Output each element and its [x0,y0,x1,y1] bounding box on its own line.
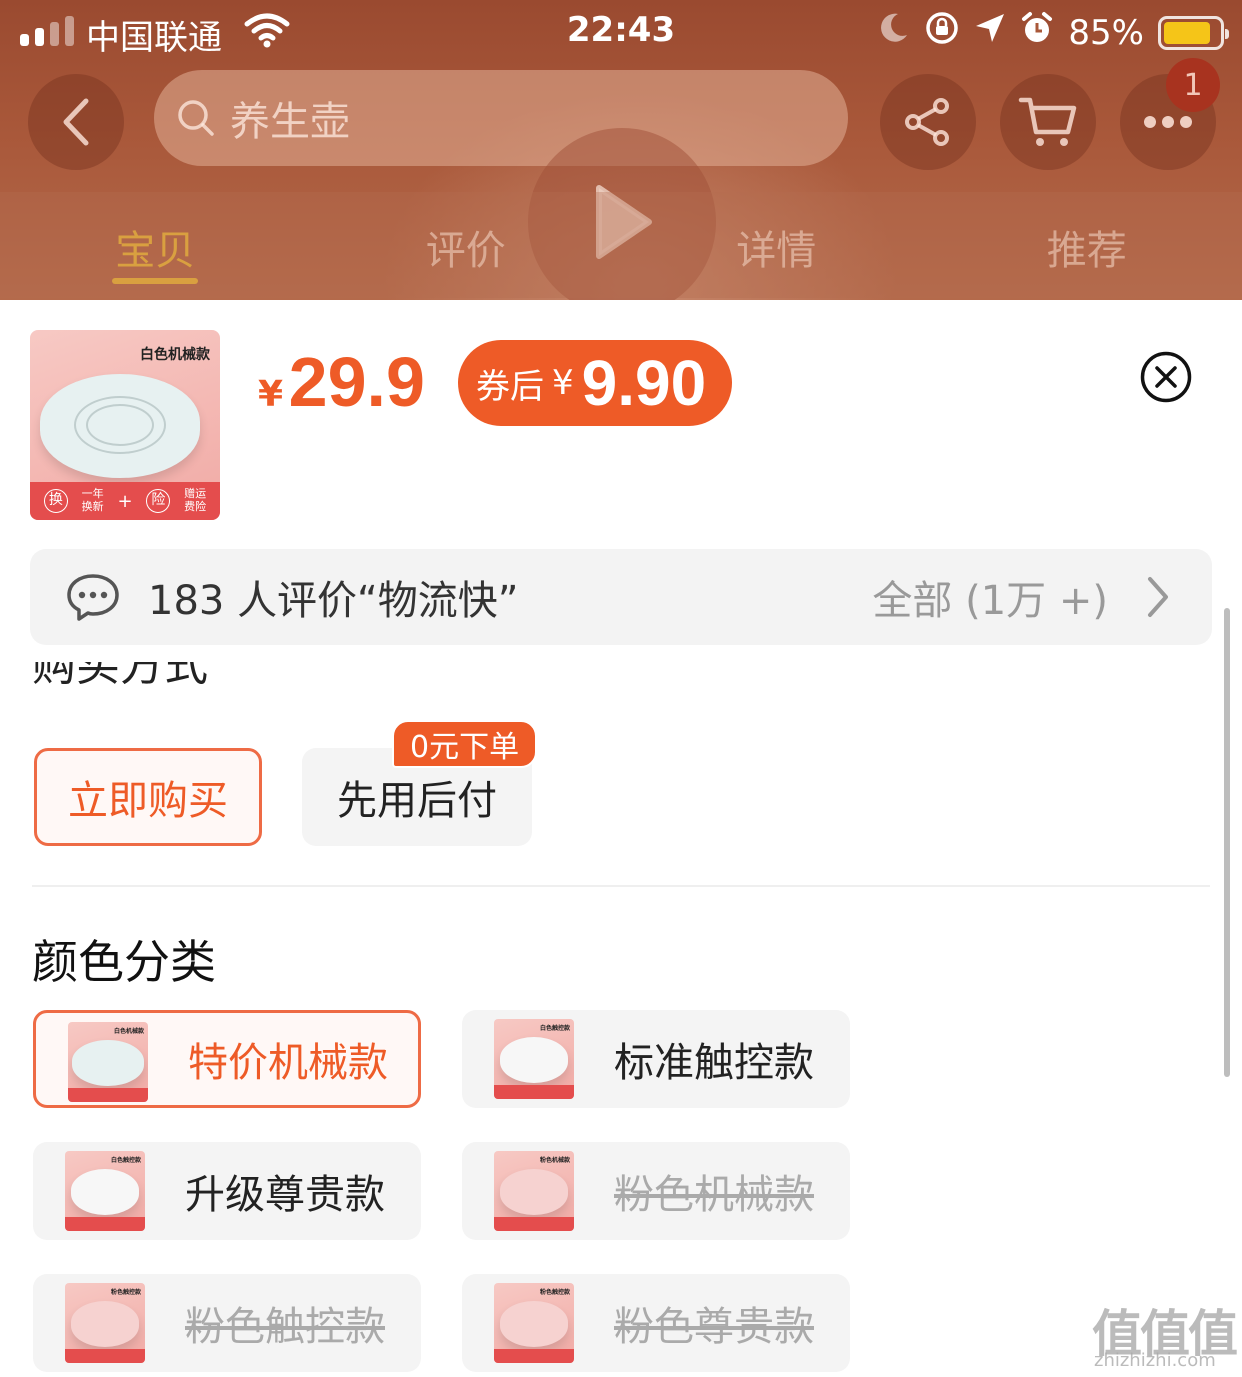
battery-icon [1158,15,1229,50]
section-divider [32,885,1210,887]
moon-icon [876,11,910,54]
search-icon [178,100,214,136]
tab-product[interactable]: 宝贝 [0,192,311,298]
option-label: 特价机械款 [188,1040,388,1086]
product-hero-overlay: 中国联通 22:43 85% 养生壶 1 宝贝 评价 详情 推荐 [0,0,1242,300]
strip-text: 换新 [81,500,104,513]
strip-text: 赠运 [184,487,207,501]
tab-recommend[interactable]: 推荐 [932,192,1242,298]
color-option-special-mechanical[interactable]: 白色机械款 特价机械款 [33,1010,421,1108]
tab-details[interactable]: 详情 [621,192,932,298]
search-input[interactable]: 养生壶 [154,70,848,166]
review-summary-bar[interactable]: 183 人评价“物流快” 全部 (1万 +) [30,549,1212,645]
option-thumbnail: 粉色机械款 [494,1151,574,1231]
tab-reviews[interactable]: 评价 [311,192,622,298]
coupon-label: 券后 [476,366,544,407]
price-currency: ¥ [258,374,284,415]
heating-coaster-image [40,374,200,478]
option-thumbnail: 白色触控款 [494,1019,574,1099]
option-label: 粉色机械款 [614,1172,814,1218]
selected-sku-thumbnail: 白色机械款 换 一年 换新 + 险 赠运 费险 [30,330,220,520]
option-thumbnail-label: 白色机械款 [113,1028,144,1035]
close-button[interactable] [1140,351,1192,403]
color-option-premium[interactable]: 白色触控款 升级尊贵款 [33,1142,421,1240]
option-thumbnail-label: 白色触控款 [539,1025,570,1032]
color-option-pink-premium[interactable]: 粉色触控款 粉色尊贵款 [462,1274,850,1372]
option-thumbnail-label: 粉色触控款 [539,1289,570,1296]
more-dots-icon [1144,116,1192,128]
strip-text: 费险 [184,500,207,513]
strip-text: 一年 [81,487,104,501]
more-notification-badge: 1 [1166,58,1220,112]
watermark-url: zhizhizhi.com [1094,1350,1216,1371]
exchange-badge: 换 [43,489,68,513]
thumbnail-label: 白色机械款 [140,347,210,363]
purchase-method-title: 购买方式 [32,662,208,706]
option-thumbnail-label: 白色触控款 [110,1157,141,1164]
coupon-price-badge: 券后 ¥ 9.90 [458,340,733,426]
option-thumbnail: 粉色触控款 [65,1283,145,1363]
option-label: 粉色尊贵款 [614,1304,814,1350]
cart-icon [1018,97,1077,146]
share-icon [905,98,949,146]
site-watermark: 值值值 zhizhizhi.com [1092,1294,1238,1371]
chevron-left-icon [63,98,89,146]
price-value: 29.9 [288,343,425,421]
coupon-currency: ¥ [552,363,574,403]
original-price: ¥ 29.9 [258,342,425,422]
sheet-scrollbar[interactable] [1224,608,1230,1077]
option-label: 粉色触控款 [185,1304,385,1350]
review-highlight-text: 183 人评价“物流快” [148,578,519,624]
color-option-standard-touch[interactable]: 白色触控款 标准触控款 [462,1010,850,1108]
option-label: 升级尊贵款 [185,1172,385,1218]
strip-plus: + [117,490,133,512]
color-category-title: 颜色分类 [32,935,216,989]
option-thumbnail: 白色触控款 [65,1151,145,1231]
rotation-lock-icon [924,10,960,55]
coupon-value: 9.90 [581,347,707,419]
buy-now-option[interactable]: 立即购买 [34,748,262,846]
option-thumbnail: 白色机械款 [68,1022,148,1102]
option-thumbnail-label: 粉色机械款 [539,1157,570,1164]
purchase-method-title-text: 购买方式 [32,662,208,691]
insurance-badge: 险 [146,489,171,513]
back-button[interactable] [28,74,124,170]
cart-button[interactable] [1000,74,1096,170]
all-reviews-link[interactable]: 全部 (1万 +) [872,568,1108,626]
product-tabs: 宝贝 评价 详情 推荐 [0,192,1242,298]
battery-percent: 85% [1068,12,1144,53]
color-option-pink-touch[interactable]: 粉色触控款 粉色触控款 [33,1274,421,1372]
chat-bubble-icon [67,574,119,621]
option-label: 标准触控款 [614,1040,814,1086]
location-icon [974,12,1006,53]
color-option-pink-mechanical[interactable]: 粉色机械款 粉色机械款 [462,1142,850,1240]
service-strip: 换 一年 换新 + 险 赠运 费险 [30,482,220,520]
chevron-right-icon [1148,577,1168,617]
option-thumbnail-label: 粉色触控款 [110,1289,141,1296]
option-thumbnail: 粉色触控款 [494,1283,574,1363]
alarm-icon [1020,11,1054,54]
zero-yuan-order-tag: 0元下单 [392,720,538,768]
close-icon [1140,351,1192,403]
share-button[interactable] [880,74,976,170]
status-bar: 中国联通 22:43 85% [0,0,1242,64]
sku-selection-sheet: 白色机械款 换 一年 换新 + 险 赠运 费险 ¥ 29.9 券后 ¥ 9.90 1… [0,300,1242,1377]
search-placeholder: 养生壶 [230,99,350,145]
